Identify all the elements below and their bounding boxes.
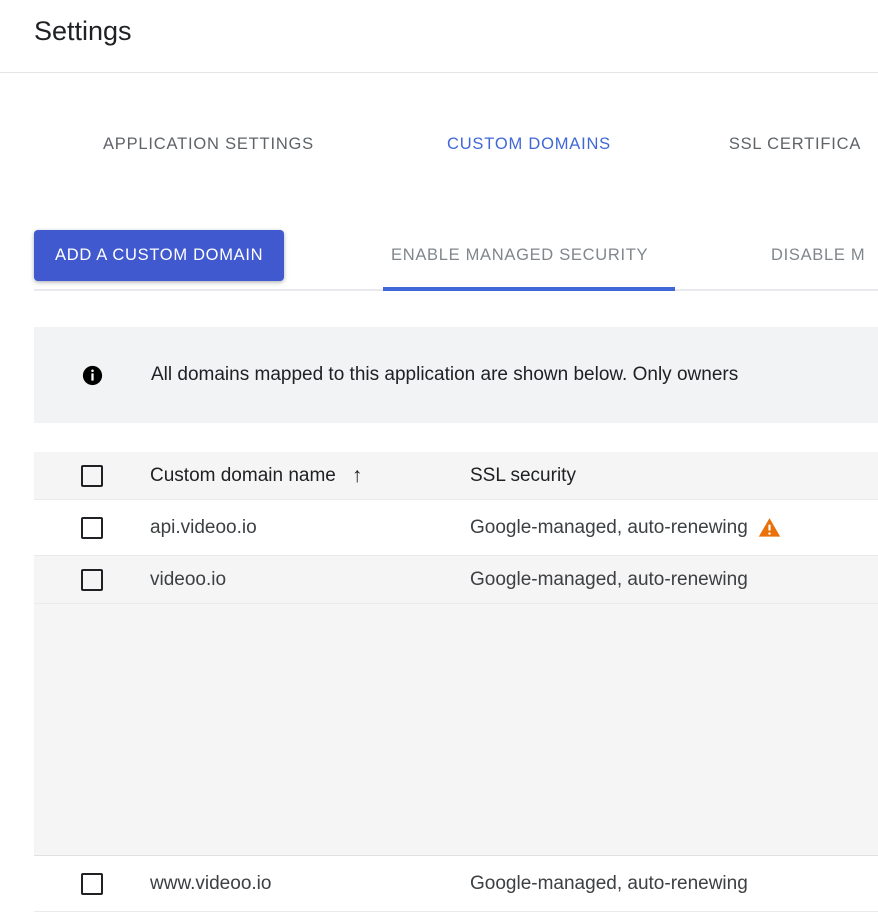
ssl-security-label: Google-managed, auto-renewing <box>470 568 748 590</box>
cell-domain-name: videoo.io <box>150 568 227 590</box>
sort-ascending-icon[interactable]: ↑ <box>352 465 363 486</box>
settings-page: Settings APPLICATION SETTINGS CUSTOM DOM… <box>0 0 878 916</box>
row-checkbox[interactable] <box>81 872 103 895</box>
warning-icon[interactable] <box>758 517 781 538</box>
action-bar: ADD A CUSTOM DOMAIN ENABLE MANAGED SECUR… <box>0 225 878 289</box>
cell-domain-name: api.videoo.io <box>150 516 257 538</box>
column-header-ssl-label: SSL security <box>470 464 576 486</box>
row-checkbox[interactable] <box>81 516 103 539</box>
table-header-row: Custom domain name ↑ SSL security <box>34 452 878 500</box>
tab-ssl-certificates[interactable]: SSL CERTIFICA <box>675 110 878 179</box>
row-select-cell <box>34 872 150 895</box>
select-all-checkbox[interactable] <box>81 464 103 487</box>
column-header-ssl[interactable]: SSL security <box>470 465 878 487</box>
tab-bar: APPLICATION SETTINGS CUSTOM DOMAINS SSL … <box>0 110 878 291</box>
cell-ssl-security: Google-managed, auto-renewing <box>470 873 878 895</box>
info-banner: All domains mapped to this application a… <box>34 327 878 423</box>
table-empty-area <box>34 604 878 856</box>
page-title: Settings <box>34 16 132 46</box>
disable-managed-security-button[interactable]: DISABLE M <box>765 230 871 281</box>
row-checkbox[interactable] <box>81 568 103 591</box>
column-header-domain-label: Custom domain name <box>150 464 336 486</box>
table-row[interactable]: www.videoo.io Google-managed, auto-renew… <box>34 856 878 912</box>
table-row[interactable]: api.videoo.io Google-managed, auto-renew… <box>34 500 878 556</box>
tab-custom-domains[interactable]: CUSTOM DOMAINS <box>383 110 675 179</box>
info-icon <box>82 365 103 386</box>
tab-label: CUSTOM DOMAINS <box>447 135 611 153</box>
custom-domains-table: Custom domain name ↑ SSL security api.vi… <box>34 452 878 912</box>
info-banner-text: All domains mapped to this application a… <box>151 364 739 385</box>
ssl-security-label: Google-managed, auto-renewing <box>470 516 748 538</box>
select-all-cell <box>34 464 150 487</box>
cell-ssl-security: Google-managed, auto-renewing <box>470 517 878 539</box>
tab-label: APPLICATION SETTINGS <box>103 135 314 153</box>
tab-application-settings[interactable]: APPLICATION SETTINGS <box>34 110 383 179</box>
cell-ssl-security: Google-managed, auto-renewing <box>470 569 878 591</box>
tab-label: SSL CERTIFICA <box>728 135 862 153</box>
cell-domain-name: www.videoo.io <box>150 872 272 894</box>
page-header: Settings <box>0 0 878 73</box>
table-row[interactable]: videoo.io Google-managed, auto-renewing <box>34 556 878 604</box>
column-header-domain[interactable]: Custom domain name ↑ <box>150 465 470 487</box>
ssl-security-label: Google-managed, auto-renewing <box>470 872 748 894</box>
row-select-cell <box>34 516 150 539</box>
add-custom-domain-button[interactable]: ADD A CUSTOM DOMAIN <box>34 230 285 281</box>
enable-managed-security-button[interactable]: ENABLE MANAGED SECURITY <box>385 230 654 281</box>
row-select-cell <box>34 568 150 591</box>
